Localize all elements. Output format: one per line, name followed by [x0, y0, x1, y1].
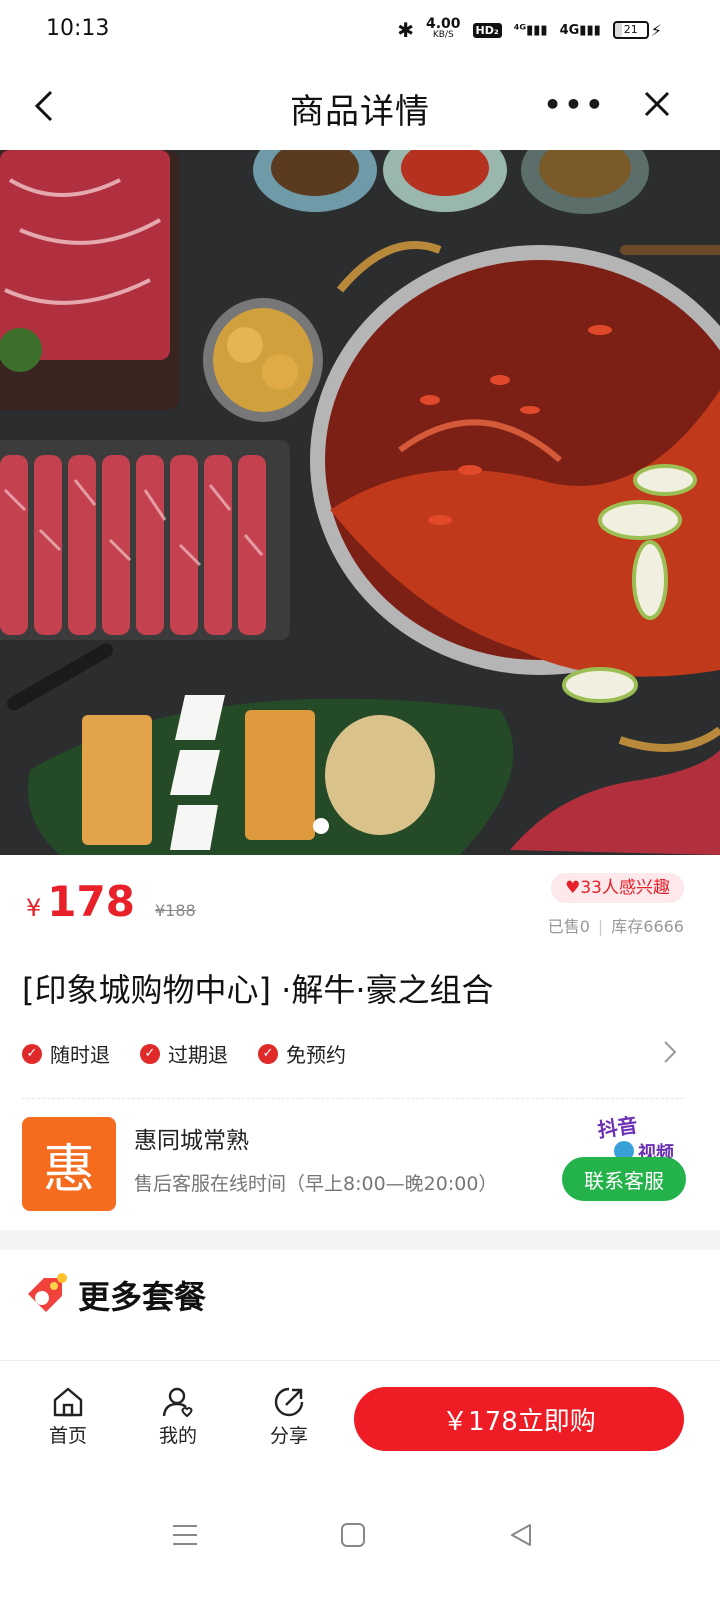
check-icon: ✓: [22, 1043, 42, 1064]
home-icon: [53, 1387, 83, 1417]
battery-indicator: 21 ⚡: [612, 20, 662, 40]
back-system-button[interactable]: [496, 1510, 546, 1560]
stock-count: 库存6666: [611, 917, 684, 936]
original-price: ¥188: [154, 901, 196, 920]
badge-line-1: 抖音: [596, 1113, 639, 1142]
product-info: ¥ 178 ¥188 ♥33人感兴趣 已售0 | 库存6666 [印象城购物中心] …: [0, 855, 720, 1230]
status-icons: ✱ 4.00 KB/S HD₂ ⁴ᴳ▮▮▮ 4G▮▮▮ 21 ⚡: [397, 16, 662, 42]
mine-label: 我的: [158, 1425, 197, 1447]
sold-count: 已售0: [547, 917, 590, 936]
separator: |: [597, 917, 604, 936]
charging-icon: ⚡: [650, 20, 662, 40]
current-price: 178: [47, 877, 135, 926]
shop-logo-char: 惠: [42, 1139, 95, 1200]
speed-unit: KB/S: [432, 30, 454, 40]
tag-item: ✓ 随时退: [22, 1039, 110, 1068]
tags-detail-button[interactable]: [662, 1039, 678, 1069]
carousel-indicator: [313, 818, 329, 834]
user-icon: [162, 1387, 193, 1418]
back-triangle-icon: [511, 1524, 531, 1546]
price-tag-icon: [28, 1273, 67, 1312]
buy-now-button[interactable]: ￥178立即购: [354, 1387, 684, 1451]
square-icon: [341, 1523, 365, 1547]
system-navigation-bar: [0, 1470, 720, 1600]
sales-stock: 已售0 | 库存6666: [548, 913, 684, 937]
close-icon: [644, 91, 670, 117]
more-packages-title: 更多套餐: [78, 1278, 207, 1316]
more-packages-section: 更多套餐: [0, 1250, 720, 1360]
share-button[interactable]: 分享: [249, 1385, 329, 1448]
tag-label: 免预约: [286, 1043, 346, 1067]
capsule-menu: •••: [534, 74, 698, 134]
menu-icon: [173, 1525, 197, 1545]
heart-icon: ♥: [565, 878, 581, 898]
recent-apps-button[interactable]: [160, 1510, 210, 1560]
price-row: ¥ 178 ¥188: [26, 877, 196, 926]
divider: [22, 1098, 684, 1099]
signal-icon-1: ⁴ᴳ▮▮▮: [513, 22, 548, 38]
service-tags[interactable]: ✓ 随时退 ✓ 过期退 ✓ 免预约: [22, 1039, 346, 1068]
service-hours: 售后客服在线时间（早上8:00—晚20:00）: [134, 1173, 498, 1195]
shop-name[interactable]: 惠同城常熟: [134, 1121, 249, 1155]
check-icon: ✓: [258, 1043, 278, 1064]
close-button[interactable]: [616, 74, 698, 134]
more-button[interactable]: •••: [534, 74, 616, 134]
chevron-right-icon: [664, 1041, 677, 1063]
home-button[interactable]: 首页: [28, 1385, 108, 1448]
share-icon: [274, 1387, 304, 1417]
hd-badge: HD₂: [472, 22, 502, 38]
home-system-button[interactable]: [328, 1510, 378, 1560]
share-label: 分享: [269, 1425, 308, 1447]
signal-icon-2: 4G▮▮▮: [559, 22, 601, 38]
tag-label: 随时退: [50, 1043, 110, 1067]
product-title: [印象城购物中心] ·解牛·豪之组合: [22, 971, 494, 1009]
interest-count: 33人感兴趣: [580, 878, 670, 898]
bluetooth-icon: ✱: [397, 18, 414, 42]
home-label: 首页: [48, 1425, 87, 1447]
tag-label: 过期退: [168, 1043, 228, 1067]
product-image-carousel[interactable]: [0, 150, 720, 855]
tag-item: ✓ 免预约: [258, 1039, 346, 1068]
battery-level: 21: [612, 21, 649, 39]
interest-badge[interactable]: ♥33人感兴趣: [551, 873, 684, 903]
bottom-action-bar: 首页 我的 分享 ￥178立即购: [0, 1360, 720, 1470]
status-bar: 10:13 ✱ 4.00 KB/S HD₂ ⁴ᴳ▮▮▮ 4G▮▮▮ 21 ⚡: [0, 0, 720, 64]
network-speed: 4.00 KB/S: [425, 16, 461, 41]
more-icon: •••: [543, 87, 607, 121]
tag-item: ✓ 过期退: [140, 1039, 228, 1068]
speed-value: 4.00: [425, 16, 461, 32]
check-icon: ✓: [140, 1043, 160, 1064]
nav-bar: 商品详情 •••: [0, 64, 720, 150]
hotpot-photo: [0, 150, 720, 855]
mine-button[interactable]: 我的: [138, 1385, 218, 1448]
signal-1-label: ⁴ᴳ: [513, 22, 527, 38]
contact-service-button[interactable]: 联系客服: [562, 1157, 686, 1201]
status-time: 10:13: [46, 16, 110, 41]
signal-2-label: 4G: [559, 22, 580, 38]
shop-logo[interactable]: 惠: [22, 1117, 116, 1211]
price-symbol: ¥: [26, 894, 42, 922]
section-gap: [0, 1230, 720, 1250]
